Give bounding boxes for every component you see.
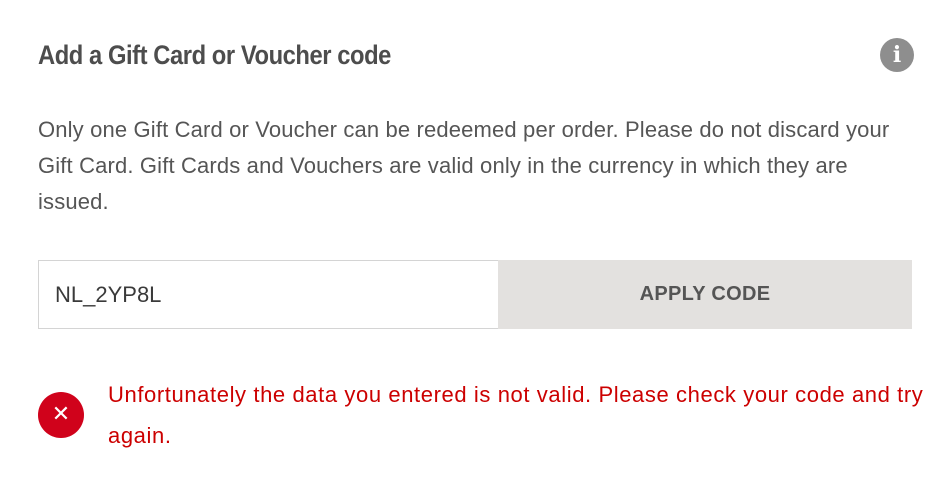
section-title: Add a Gift Card or Voucher code bbox=[38, 40, 391, 70]
apply-code-button[interactable]: APPLY CODE bbox=[498, 260, 912, 329]
voucher-code-input[interactable] bbox=[38, 260, 498, 329]
info-icon[interactable]: i bbox=[880, 38, 914, 72]
description-text: Only one Gift Card or Voucher can be red… bbox=[38, 117, 890, 214]
error-message: Unfortunately the data you entered is no… bbox=[108, 382, 924, 448]
gift-card-panel: Add a Gift Card or Voucher code i Only o… bbox=[0, 0, 952, 486]
error-x-icon: ✕ bbox=[38, 392, 84, 438]
code-form: APPLY CODE bbox=[38, 260, 912, 329]
